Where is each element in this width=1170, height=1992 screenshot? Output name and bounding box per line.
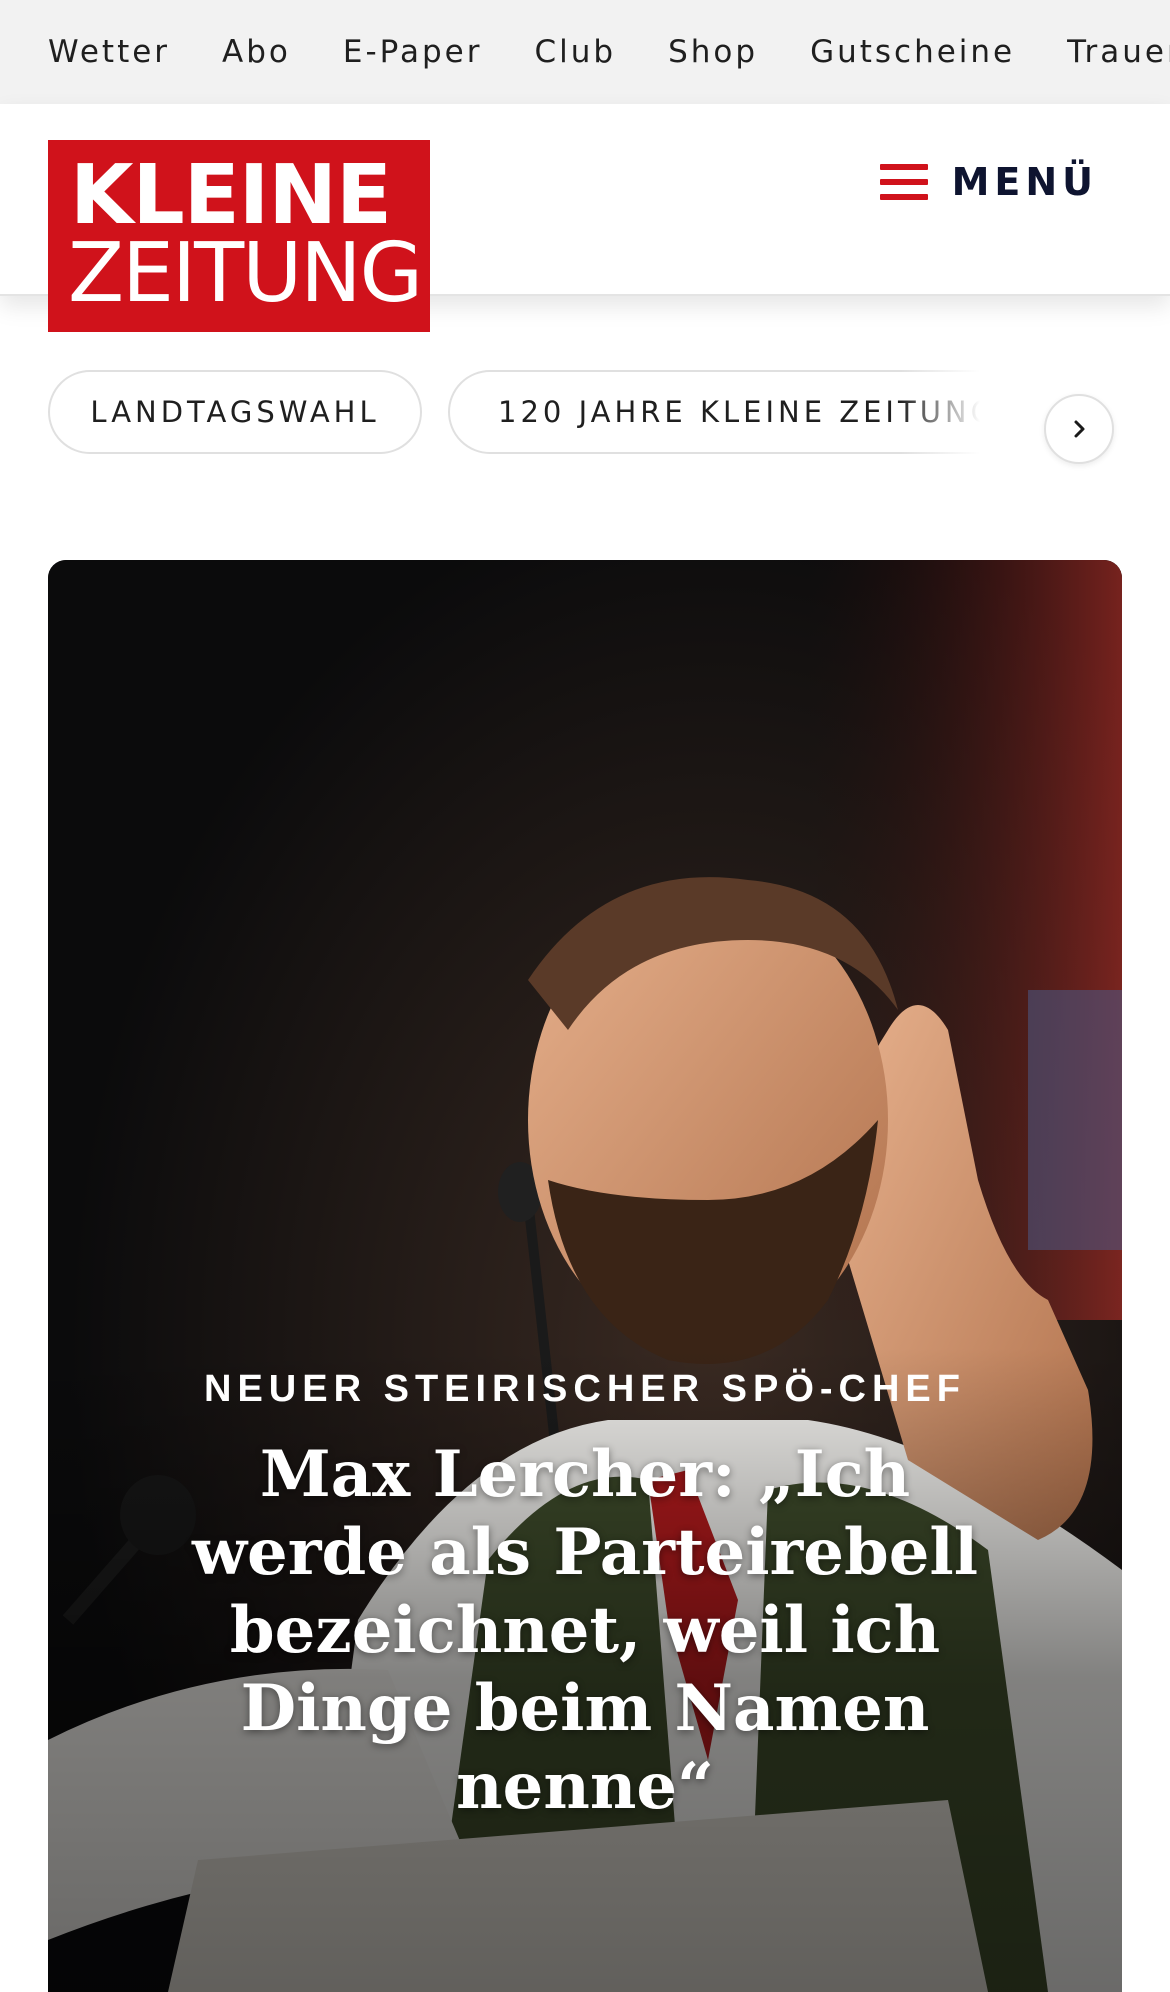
- hero-headline[interactable]: Max Lercher: „Ich werde als Parteirebell…: [148, 1436, 1022, 1826]
- utility-link-trauerportal[interactable]: Trauerportal: [1067, 34, 1170, 70]
- menu-label: MENÜ: [951, 160, 1098, 204]
- menu-button[interactable]: MENÜ: [879, 160, 1098, 204]
- utility-link-wetter[interactable]: Wetter: [48, 34, 170, 70]
- utility-link-abo[interactable]: Abo: [222, 34, 291, 70]
- hamburger-icon: [879, 164, 928, 200]
- utility-link-club[interactable]: Club: [534, 34, 616, 70]
- logo-line-2: ZEITUNG: [68, 226, 423, 321]
- topic-pill-landtagswahl[interactable]: LANDTAGSWAHL: [48, 370, 422, 454]
- topic-fade: [900, 360, 1000, 470]
- site-header: KLEINE ZEITUNG MENÜ: [0, 104, 1170, 332]
- hero-teaser[interactable]: NEUER STEIRISCHER SPÖ-CHEF Max Lercher: …: [48, 560, 1122, 1992]
- utility-link-shop[interactable]: Shop: [668, 34, 758, 70]
- topics-next-button[interactable]: [1044, 394, 1114, 464]
- utility-link-gutscheine[interactable]: Gutscheine: [810, 34, 1015, 70]
- utility-nav: Wetter Abo E-Paper Club Shop Gutscheine …: [0, 0, 1170, 104]
- utility-link-epaper[interactable]: E-Paper: [343, 34, 483, 70]
- topic-bar: LANDTAGSWAHL 120 JAHRE KLEINE ZEITUNG: [0, 360, 1170, 470]
- topic-track[interactable]: LANDTAGSWAHL 120 JAHRE KLEINE ZEITUNG: [48, 370, 998, 462]
- site-logo[interactable]: KLEINE ZEITUNG: [48, 140, 430, 332]
- chevron-right-icon: [1074, 420, 1085, 438]
- hero-kicker: NEUER STEIRISCHER SPÖ-CHEF: [204, 1368, 966, 1410]
